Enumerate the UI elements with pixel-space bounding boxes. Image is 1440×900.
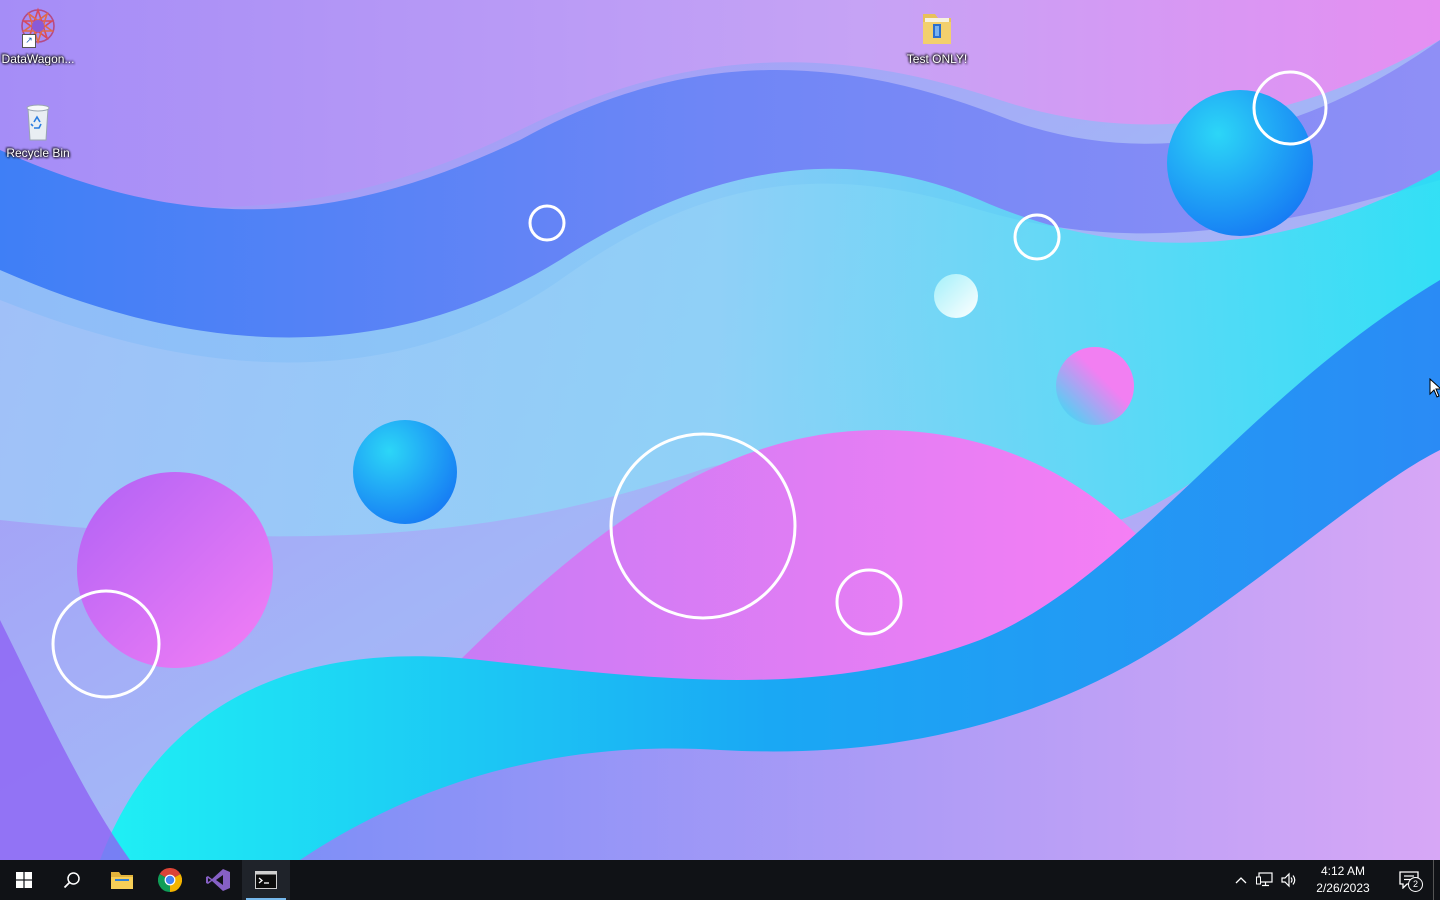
taskbar-clock[interactable]: 4:12 AM 2/26/2023: [1307, 863, 1379, 897]
desktop-icon-datawagon[interactable]: ↗ DataWagon...: [0, 6, 76, 66]
taskbar: 4:12 AM 2/26/2023 2: [0, 860, 1440, 900]
datawagon-shortcut-icon: ↗: [16, 6, 60, 50]
search-button[interactable]: [48, 860, 96, 900]
search-icon: [63, 872, 80, 889]
desktop-icon-test-only[interactable]: Test ONLY!: [899, 6, 975, 66]
desktop-icon-label: Recycle Bin: [6, 146, 70, 160]
terminal-icon: [255, 871, 277, 889]
desktop-wallpaper: [0, 0, 1440, 860]
clock-time: 4:12 AM: [1320, 864, 1366, 878]
folder-icon: [111, 872, 133, 889]
taskbar-file-explorer[interactable]: [98, 860, 146, 900]
show-desktop-button[interactable]: [1433, 860, 1440, 900]
notification-count-badge: 2: [1408, 877, 1423, 892]
chrome-icon: [158, 868, 182, 892]
action-center-button[interactable]: 2: [1385, 860, 1433, 900]
network-icon: [1256, 872, 1273, 887]
shortcut-arrow-icon: ↗: [22, 34, 36, 48]
windows-logo-icon: [16, 872, 32, 888]
mouse-cursor-icon: [1429, 378, 1440, 398]
start-button[interactable]: [0, 860, 48, 900]
taskbar-terminal[interactable]: [242, 860, 290, 900]
taskbar-chrome[interactable]: [146, 860, 194, 900]
chevron-up-icon: [1235, 877, 1247, 884]
desktop-icon-label: Test ONLY!: [906, 52, 968, 66]
desktop-icon-label: DataWagon...: [1, 52, 75, 66]
desktop-icon-recycle-bin[interactable]: Recycle Bin: [0, 100, 76, 160]
speaker-icon: [1281, 872, 1296, 888]
volume-button[interactable]: [1277, 860, 1301, 900]
system-tray: 4:12 AM 2/26/2023 2: [1229, 860, 1440, 900]
recycle-bin-icon: [16, 100, 60, 144]
network-button[interactable]: [1253, 860, 1277, 900]
clock-date: 2/26/2023: [1316, 881, 1370, 895]
visual-studio-icon: [206, 869, 230, 891]
folder-icon: [915, 6, 959, 50]
taskbar-visual-studio[interactable]: [194, 860, 242, 900]
show-hidden-icons-button[interactable]: [1229, 860, 1253, 900]
